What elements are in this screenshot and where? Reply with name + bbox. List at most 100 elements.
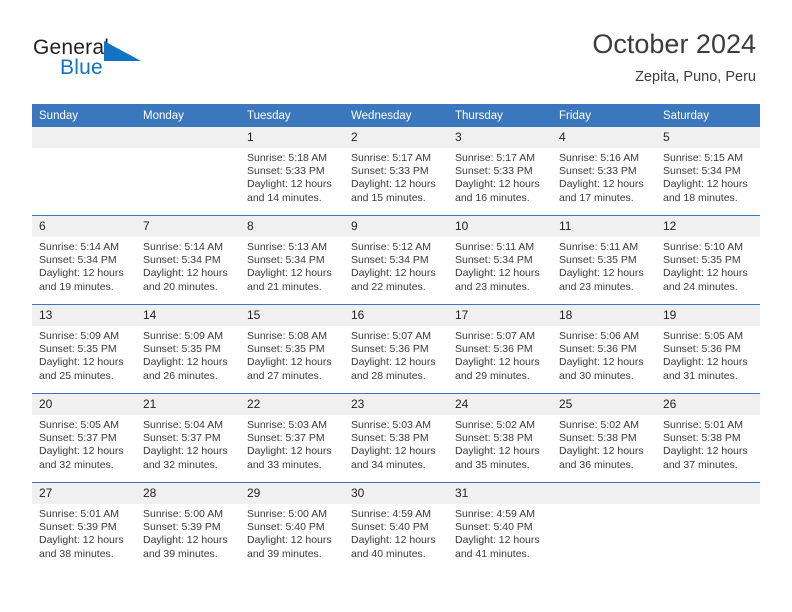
daylight-text-line1: Daylight: 12 hours <box>351 534 436 547</box>
day-sun-info: Sunrise: 5:07 AM Sunset: 5:36 PM Daylight:… <box>344 326 448 383</box>
weekday-header-wednesday: Wednesday <box>344 104 448 127</box>
day-number: 27 <box>32 483 136 504</box>
calendar-day-cell[interactable]: 21 Sunrise: 5:04 AM Sunset: 5:37 PM Dayligh… <box>136 393 240 483</box>
calendar-day-cell[interactable]: 14 Sunrise: 5:09 AM Sunset: 5:35 PM Dayligh… <box>136 304 240 394</box>
calendar-day-cell[interactable]: 10 Sunrise: 5:11 AM Sunset: 5:34 PM Dayligh… <box>448 215 552 305</box>
day-number: 10 <box>448 216 552 237</box>
sunrise-text: Sunrise: 5:00 AM <box>143 508 223 520</box>
calendar-day-cell[interactable]: 6 Sunrise: 5:14 AM Sunset: 5:34 PM Daylight… <box>32 215 136 305</box>
sunrise-text: Sunrise: 5:13 AM <box>247 241 327 253</box>
sunset-text: Sunset: 5:39 PM <box>39 521 117 534</box>
day-sun-info: Sunrise: 5:01 AM Sunset: 5:38 PM Daylight:… <box>656 415 760 472</box>
daylight-text-line1: Daylight: 12 hours <box>247 356 332 369</box>
calendar-day-cell[interactable]: 9 Sunrise: 5:12 AM Sunset: 5:34 PM Daylight… <box>344 215 448 305</box>
daylight-text-line1: Daylight: 12 hours <box>143 267 228 280</box>
calendar-day-cell[interactable]: 25 Sunrise: 5:02 AM Sunset: 5:38 PM Dayligh… <box>552 393 656 483</box>
calendar-day-cell[interactable]: 19 Sunrise: 5:05 AM Sunset: 5:36 PM Dayligh… <box>656 304 760 394</box>
sunrise-text: Sunrise: 5:10 AM <box>663 241 743 253</box>
daylight-text-line2: and 29 minutes. <box>455 369 530 382</box>
daylight-text-line1: Daylight: 12 hours <box>351 178 436 191</box>
calendar-week-row: 13 Sunrise: 5:09 AM Sunset: 5:35 PM Dayligh… <box>32 304 760 394</box>
daylight-text-line2: and 26 minutes. <box>143 369 218 382</box>
sunrise-text: Sunrise: 5:03 AM <box>351 419 431 431</box>
calendar-day-cell[interactable]: 8 Sunrise: 5:13 AM Sunset: 5:34 PM Daylight… <box>240 215 344 305</box>
daylight-text-line2: and 32 minutes. <box>39 458 114 471</box>
calendar-day-cell[interactable]: 12 Sunrise: 5:10 AM Sunset: 5:35 PM Dayligh… <box>656 215 760 305</box>
day-sun-info: Sunrise: 4:59 AM Sunset: 5:40 PM Daylight:… <box>344 504 448 561</box>
day-sun-info: Sunrise: 5:05 AM Sunset: 5:36 PM Daylight:… <box>656 326 760 383</box>
daylight-text-line2: and 21 minutes. <box>247 280 322 293</box>
calendar-day-cell[interactable]: 31 Sunrise: 4:59 AM Sunset: 5:40 PM Dayligh… <box>448 482 552 571</box>
weekday-header-monday: Monday <box>136 104 240 127</box>
day-number: 26 <box>656 394 760 415</box>
calendar-day-cell[interactable]: 24 Sunrise: 5:02 AM Sunset: 5:38 PM Dayligh… <box>448 393 552 483</box>
day-number: 5 <box>656 127 760 148</box>
day-sun-info: Sunrise: 5:15 AM Sunset: 5:34 PM Daylight:… <box>656 148 760 205</box>
sunset-text: Sunset: 5:36 PM <box>663 343 741 356</box>
calendar-day-cell[interactable]: 5 Sunrise: 5:15 AM Sunset: 5:34 PM Daylight… <box>656 127 760 216</box>
calendar-day-cell[interactable]: 11 Sunrise: 5:11 AM Sunset: 5:35 PM Dayligh… <box>552 215 656 305</box>
day-number: 23 <box>344 394 448 415</box>
day-sun-info: Sunrise: 5:17 AM Sunset: 5:33 PM Daylight:… <box>448 148 552 205</box>
daylight-text-line1: Daylight: 12 hours <box>663 267 748 280</box>
day-number: 3 <box>448 127 552 148</box>
calendar-day-cell[interactable]: 15 Sunrise: 5:08 AM Sunset: 5:35 PM Dayligh… <box>240 304 344 394</box>
calendar-day-cell[interactable]: 4 Sunrise: 5:16 AM Sunset: 5:33 PM Daylight… <box>552 127 656 216</box>
day-number: 8 <box>240 216 344 237</box>
calendar-day-cell[interactable]: 26 Sunrise: 5:01 AM Sunset: 5:38 PM Dayligh… <box>656 393 760 483</box>
daylight-text-line2: and 15 minutes. <box>351 191 426 204</box>
sunset-text: Sunset: 5:33 PM <box>559 165 637 178</box>
calendar-body: 1 Sunrise: 5:18 AM Sunset: 5:33 PM Daylight… <box>32 127 760 571</box>
calendar-day-cell[interactable]: 27 Sunrise: 5:01 AM Sunset: 5:39 PM Dayligh… <box>32 482 136 571</box>
calendar-day-cell[interactable]: 17 Sunrise: 5:07 AM Sunset: 5:36 PM Dayligh… <box>448 304 552 394</box>
sunset-text: Sunset: 5:36 PM <box>351 343 429 356</box>
day-number: 20 <box>32 394 136 415</box>
daylight-text-line1: Daylight: 12 hours <box>247 178 332 191</box>
daylight-text-line1: Daylight: 12 hours <box>455 534 540 547</box>
sunset-text: Sunset: 5:37 PM <box>39 432 117 445</box>
sunset-text: Sunset: 5:35 PM <box>247 343 325 356</box>
day-number: 2 <box>344 127 448 148</box>
daylight-text-line2: and 16 minutes. <box>455 191 530 204</box>
daylight-text-line2: and 18 minutes. <box>663 191 738 204</box>
page-title: October 2024 <box>592 29 756 59</box>
calendar-day-cell-empty <box>136 127 240 216</box>
calendar-day-cell[interactable]: 29 Sunrise: 5:00 AM Sunset: 5:40 PM Dayligh… <box>240 482 344 571</box>
calendar-day-cell[interactable]: 1 Sunrise: 5:18 AM Sunset: 5:33 PM Daylight… <box>240 127 344 216</box>
daylight-text-line1: Daylight: 12 hours <box>351 356 436 369</box>
weekday-header-sunday: Sunday <box>32 104 136 127</box>
daylight-text-line1: Daylight: 12 hours <box>247 267 332 280</box>
day-number: 14 <box>136 305 240 326</box>
daylight-text-line2: and 14 minutes. <box>247 191 322 204</box>
calendar-day-cell[interactable]: 22 Sunrise: 5:03 AM Sunset: 5:37 PM Dayligh… <box>240 393 344 483</box>
calendar-day-cell[interactable]: 30 Sunrise: 4:59 AM Sunset: 5:40 PM Dayligh… <box>344 482 448 571</box>
calendar-day-cell-empty <box>552 482 656 571</box>
daylight-text-line1: Daylight: 12 hours <box>559 356 644 369</box>
calendar-day-cell[interactable]: 18 Sunrise: 5:06 AM Sunset: 5:36 PM Dayligh… <box>552 304 656 394</box>
daylight-text-line2: and 39 minutes. <box>143 547 218 560</box>
daylight-text-line2: and 23 minutes. <box>455 280 530 293</box>
sunrise-text: Sunrise: 5:08 AM <box>247 330 327 342</box>
day-number <box>552 483 656 504</box>
daylight-text-line2: and 34 minutes. <box>351 458 426 471</box>
calendar-day-cell[interactable]: 13 Sunrise: 5:09 AM Sunset: 5:35 PM Dayligh… <box>32 304 136 394</box>
calendar-day-cell[interactable]: 2 Sunrise: 5:17 AM Sunset: 5:33 PM Daylight… <box>344 127 448 216</box>
calendar-day-cell[interactable]: 28 Sunrise: 5:00 AM Sunset: 5:39 PM Dayligh… <box>136 482 240 571</box>
calendar-day-cell[interactable]: 23 Sunrise: 5:03 AM Sunset: 5:38 PM Dayligh… <box>344 393 448 483</box>
daylight-text-line1: Daylight: 12 hours <box>455 178 540 191</box>
day-sun-info: Sunrise: 5:11 AM Sunset: 5:35 PM Daylight:… <box>552 237 656 294</box>
calendar-day-cell[interactable]: 7 Sunrise: 5:14 AM Sunset: 5:34 PM Daylight… <box>136 215 240 305</box>
sunset-text: Sunset: 5:38 PM <box>455 432 533 445</box>
sunset-text: Sunset: 5:33 PM <box>247 165 325 178</box>
day-number: 6 <box>32 216 136 237</box>
sunrise-text: Sunrise: 5:03 AM <box>247 419 327 431</box>
calendar-day-cell[interactable]: 3 Sunrise: 5:17 AM Sunset: 5:33 PM Daylight… <box>448 127 552 216</box>
calendar-day-cell[interactable]: 16 Sunrise: 5:07 AM Sunset: 5:36 PM Dayligh… <box>344 304 448 394</box>
day-sun-info: Sunrise: 5:02 AM Sunset: 5:38 PM Daylight:… <box>552 415 656 472</box>
sunrise-text: Sunrise: 5:18 AM <box>247 152 327 164</box>
calendar-day-cell[interactable]: 20 Sunrise: 5:05 AM Sunset: 5:37 PM Dayligh… <box>32 393 136 483</box>
general-blue-logo[interactable]: General Blue <box>33 36 163 82</box>
sunset-text: Sunset: 5:35 PM <box>39 343 117 356</box>
sunrise-text: Sunrise: 5:11 AM <box>455 241 535 253</box>
daylight-text-line2: and 32 minutes. <box>143 458 218 471</box>
